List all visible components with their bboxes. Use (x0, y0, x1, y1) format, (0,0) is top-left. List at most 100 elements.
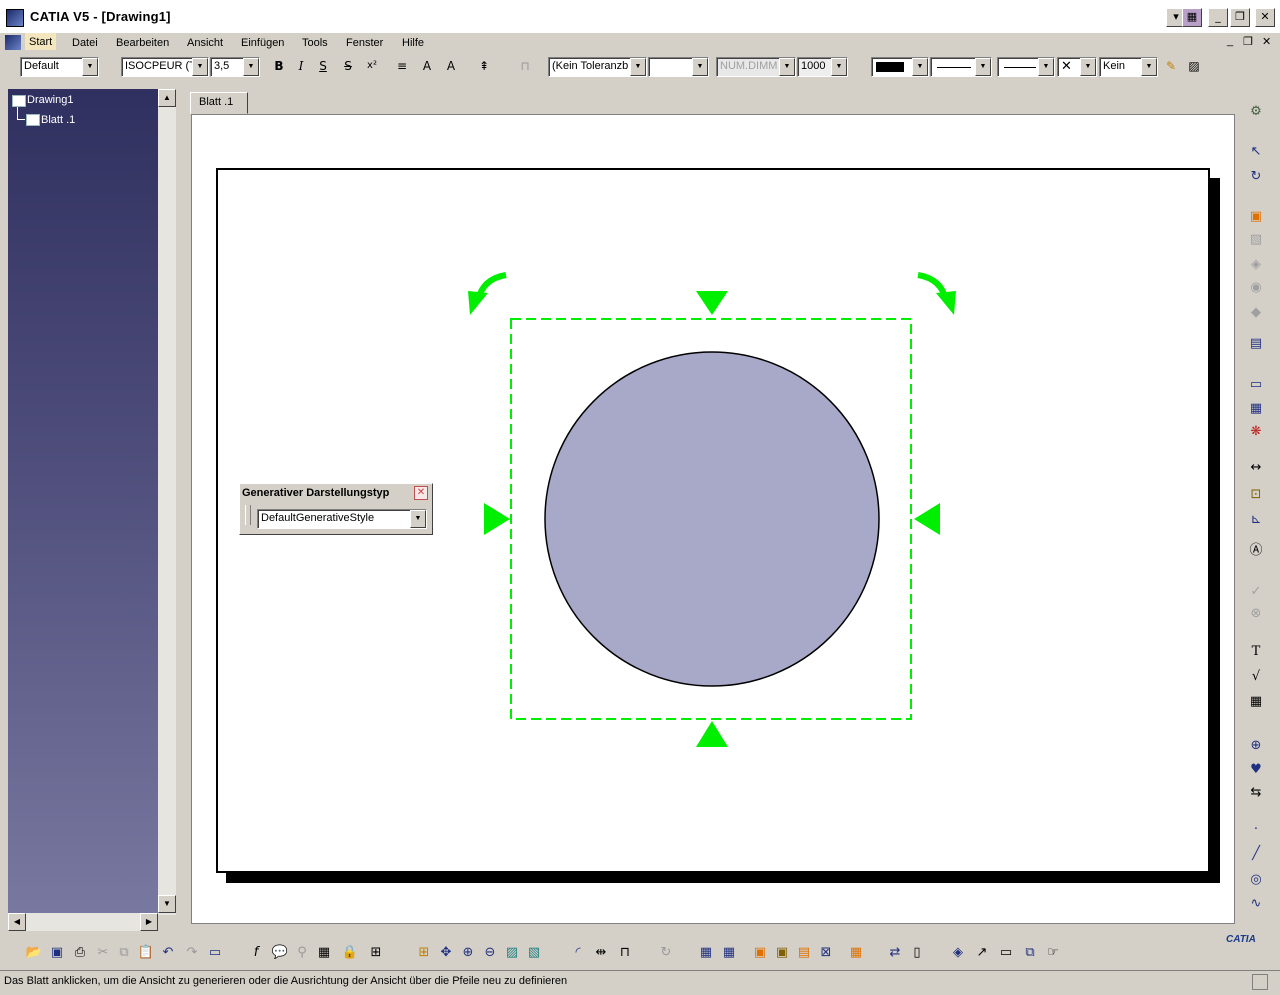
color-select[interactable]: ▼ (871, 57, 929, 77)
detail-view-icon[interactable]: ❋ (1245, 422, 1267, 442)
menu-bearbeiten[interactable]: Bearbeiten (116, 37, 169, 49)
center-line-icon[interactable]: ⊕ (1245, 736, 1267, 756)
symbol-icon[interactable]: √ (1245, 667, 1267, 687)
design-table-icon[interactable]: ▦ (314, 943, 334, 963)
menu-tools[interactable]: Tools (302, 37, 328, 49)
sheet-update-icon[interactable]: ↻ (1245, 167, 1267, 187)
tab-sheet[interactable]: Blatt .1 (190, 92, 248, 114)
position-icon[interactable]: ⇄ (885, 943, 905, 963)
text-frame2-icon[interactable]: A (441, 56, 461, 76)
underline-button[interactable]: S (313, 56, 333, 76)
open-icon[interactable]: 📂 (24, 943, 44, 963)
tree-node-drawing[interactable]: Drawing1 (27, 94, 73, 106)
doc-icon[interactable] (5, 35, 21, 50)
paste-icon[interactable]: 📋 (136, 943, 156, 963)
detect-constraints-icon[interactable]: ▤ (794, 943, 814, 963)
linetype-select[interactable]: ▼ (930, 57, 992, 77)
precision-select[interactable]: 1000 ▼ (797, 57, 848, 77)
floating-close-icon[interactable]: ✕ (414, 486, 428, 500)
axis-line-icon[interactable]: ⇆ (1245, 783, 1267, 803)
redo-icon[interactable]: ↷ (182, 943, 202, 963)
scroll-right-button[interactable]: ▶ (140, 913, 158, 931)
multi-view-icon[interactable]: ⧉ (1020, 943, 1040, 963)
anchor-point-icon[interactable]: ⇞ (474, 56, 494, 76)
scroll-left-button[interactable]: ◀ (8, 913, 26, 931)
workbench-icon[interactable]: ⚙ (1245, 102, 1267, 122)
rotate-left-icon[interactable] (468, 272, 507, 315)
pattern-select[interactable]: Kein ▼ (1099, 57, 1158, 77)
strikethrough-button[interactable]: S (338, 56, 358, 76)
roughness-icon[interactable]: ✓ (1245, 582, 1267, 602)
projection-icon[interactable]: ◆ (1245, 303, 1267, 323)
annotation-text-icon[interactable]: T (1245, 642, 1267, 662)
pan-icon[interactable]: ✥ (436, 943, 456, 963)
justify-icon[interactable]: ≡ (392, 56, 412, 76)
lock-icon[interactable]: 🔒 (340, 943, 360, 963)
layer-icon[interactable]: ▯ (907, 943, 927, 963)
menu-hilfe[interactable]: Hilfe (402, 37, 424, 49)
whats-this-icon[interactable]: ▭ (205, 943, 225, 963)
doc-minimize-button[interactable]: _ (1227, 35, 1233, 47)
hatching-icon[interactable]: ▨ (1184, 56, 1204, 76)
zoom-out-icon[interactable]: ⊖ (480, 943, 500, 963)
copy-icon[interactable]: ⧉ (114, 943, 134, 963)
save-icon[interactable]: ▣ (47, 943, 67, 963)
tolerancing-icon[interactable]: ⊾ (1245, 510, 1267, 530)
arrow-right-icon[interactable] (914, 503, 940, 535)
undo-icon[interactable]: ↶ (158, 943, 178, 963)
circle-icon[interactable]: ◎ (1245, 870, 1267, 890)
scroll-down-button[interactable]: ▼ (158, 895, 176, 913)
mirror-icon[interactable]: ⇹ (591, 943, 611, 963)
bold-button[interactable]: B (269, 56, 289, 76)
comment-icon[interactable]: 💬 (270, 943, 290, 963)
point-icon[interactable]: · (1245, 820, 1267, 840)
section-view-icon[interactable]: ▦ (1245, 399, 1267, 419)
tile-icon[interactable]: ▦ (1182, 8, 1202, 27)
transform-icon[interactable]: ⊓ (615, 943, 635, 963)
dimensional-constraints-icon[interactable]: ⊠ (816, 943, 836, 963)
new-sheet-icon[interactable]: ▣ (1245, 207, 1267, 227)
analysis-icon[interactable]: ▣ (750, 943, 770, 963)
menu-start[interactable]: Start (25, 33, 57, 50)
dimension-icon[interactable]: ↔ (1245, 458, 1267, 478)
print-icon[interactable]: ⎙ (70, 943, 90, 963)
italic-button[interactable]: I (291, 56, 311, 76)
generative-style-select[interactable]: DefaultGenerativeStyle ▼ (257, 509, 427, 529)
numerical-format-select[interactable]: NUM.DIMM ▼ (716, 57, 796, 77)
tree-vertical-scrollbar[interactable]: ▲ ▼ (158, 89, 176, 915)
tolerance-select[interactable]: (Kein Toleranzb ▼ (548, 57, 647, 77)
zoom-in-icon[interactable]: ⊕ (458, 943, 478, 963)
line-icon[interactable]: ╱ (1245, 844, 1267, 864)
tolerance-icon[interactable]: ⊓ (515, 56, 535, 76)
table-icon[interactable]: ▦ (1245, 692, 1267, 712)
select-icon[interactable]: ↖ (1245, 142, 1267, 162)
restore-button[interactable]: ❐ (1230, 8, 1250, 27)
scroll-up-button[interactable]: ▲ (158, 89, 176, 107)
formula-icon[interactable]: f (246, 943, 266, 963)
superscript-icon[interactable]: x² (362, 56, 382, 76)
catia-app-icon[interactable] (6, 9, 24, 27)
menu-ansicht[interactable]: Ansicht (187, 37, 223, 49)
doc-close-button[interactable]: ✕ (1262, 35, 1271, 48)
instantiate-icon[interactable]: ◈ (1245, 255, 1267, 275)
cut-icon[interactable]: ✂ (93, 943, 113, 963)
point-style-select[interactable]: ✕ ▼ (1057, 57, 1097, 77)
text-icon[interactable]: Ⓐ (1245, 541, 1267, 561)
new-detail-icon[interactable]: ▧ (1245, 230, 1267, 250)
render-icon[interactable]: ◈ (948, 943, 968, 963)
refresh-icon[interactable]: ↻ (656, 943, 676, 963)
doc-restore-button[interactable]: ❐ (1243, 35, 1253, 48)
wizard-icon[interactable]: ▤ (1245, 334, 1267, 354)
show-constraints-icon[interactable]: ▣ (772, 943, 792, 963)
grip-handle[interactable] (245, 505, 251, 525)
arrow-top-icon[interactable] (696, 291, 728, 315)
font-size-select[interactable]: 3,5 ▼ (210, 57, 260, 77)
tree-horizontal-scrollbar[interactable]: ◀ ▶ (8, 913, 158, 931)
grid-icon[interactable]: ▦ (696, 943, 716, 963)
spline-icon[interactable]: ∿ (1245, 894, 1267, 914)
resize-grip-icon[interactable] (1252, 974, 1268, 990)
text-frame-icon[interactable]: A (417, 56, 437, 76)
measure-icon[interactable]: ↗ (972, 943, 992, 963)
close-button[interactable]: ✕ (1255, 8, 1275, 27)
frame-icon[interactable]: ▭ (996, 943, 1016, 963)
